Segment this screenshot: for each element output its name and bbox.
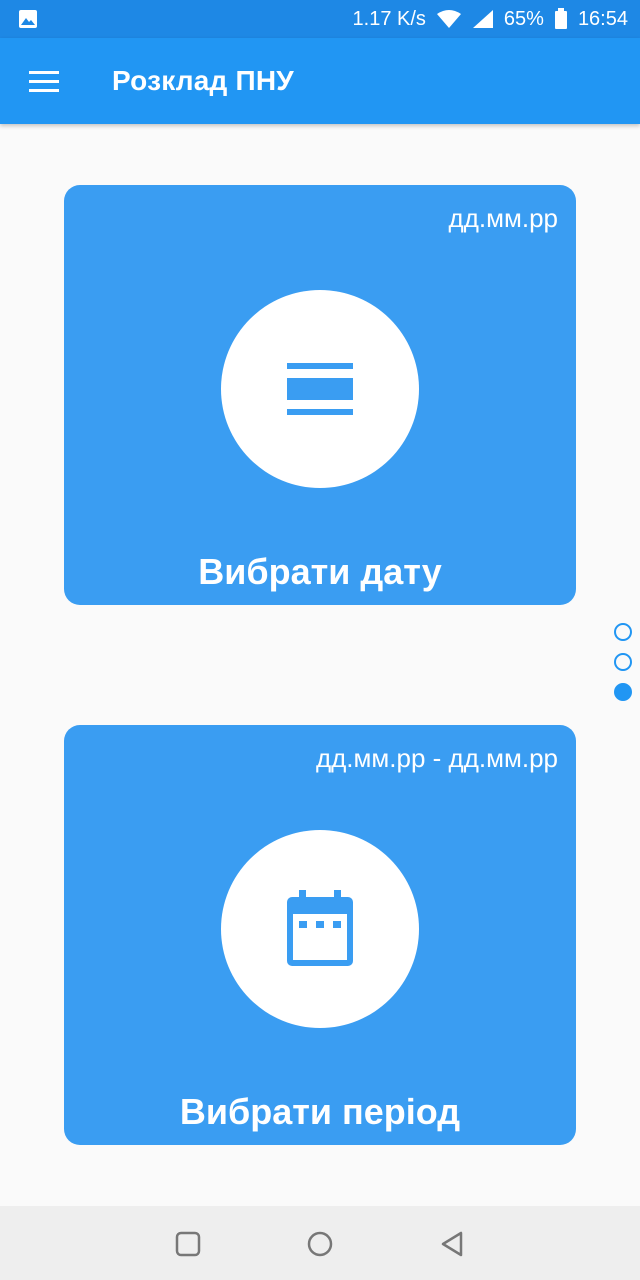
choose-date-label: Вибрати дату: [198, 551, 442, 592]
icon-circle: [221, 830, 419, 1028]
gallery-icon: [19, 10, 37, 28]
back-button[interactable]: [436, 1228, 468, 1260]
choose-period-label: Вибрати період: [179, 1091, 461, 1132]
recents-icon: [175, 1231, 201, 1257]
choose-date-card[interactable]: дд.мм.рр Вибрати дату: [64, 185, 576, 605]
system-navigation-bar: [0, 1206, 640, 1280]
battery-icon: [554, 8, 567, 29]
period-format-hint: дд.мм.рр - дд.мм.рр: [315, 743, 558, 773]
view-day-icon: [287, 363, 353, 415]
hamburger-menu-icon: [29, 71, 59, 92]
clock: 16:54: [577, 7, 628, 30]
back-icon: [441, 1231, 463, 1257]
icon-circle: [221, 290, 419, 488]
home-icon: [307, 1231, 333, 1257]
battery-percent: 65%: [503, 7, 544, 30]
menu-button[interactable]: [22, 62, 66, 102]
page-indicator: [614, 623, 636, 713]
page-dot-1[interactable]: [614, 623, 632, 641]
page-dot-2[interactable]: [614, 653, 632, 671]
wifi-icon: [436, 10, 461, 28]
app-title: Розклад ПНУ: [112, 65, 294, 96]
status-bar: 1.17 K/s 65% 16:54: [0, 0, 640, 38]
calendar-icon: [287, 890, 353, 966]
network-speed: 1.17 K/s: [352, 7, 426, 30]
signal-icon: [472, 10, 493, 28]
choose-period-card[interactable]: дд.мм.рр - дд.мм.рр Вибрати період: [64, 725, 576, 1145]
home-button[interactable]: [304, 1228, 336, 1260]
status-indicators: 1.17 K/s 65% 16:54: [353, 0, 628, 38]
page-dot-3-active[interactable]: [614, 683, 632, 701]
app-bar: Розклад ПНУ: [0, 38, 640, 124]
date-format-hint: дд.мм.рр: [448, 203, 558, 233]
recents-button[interactable]: [172, 1228, 204, 1260]
